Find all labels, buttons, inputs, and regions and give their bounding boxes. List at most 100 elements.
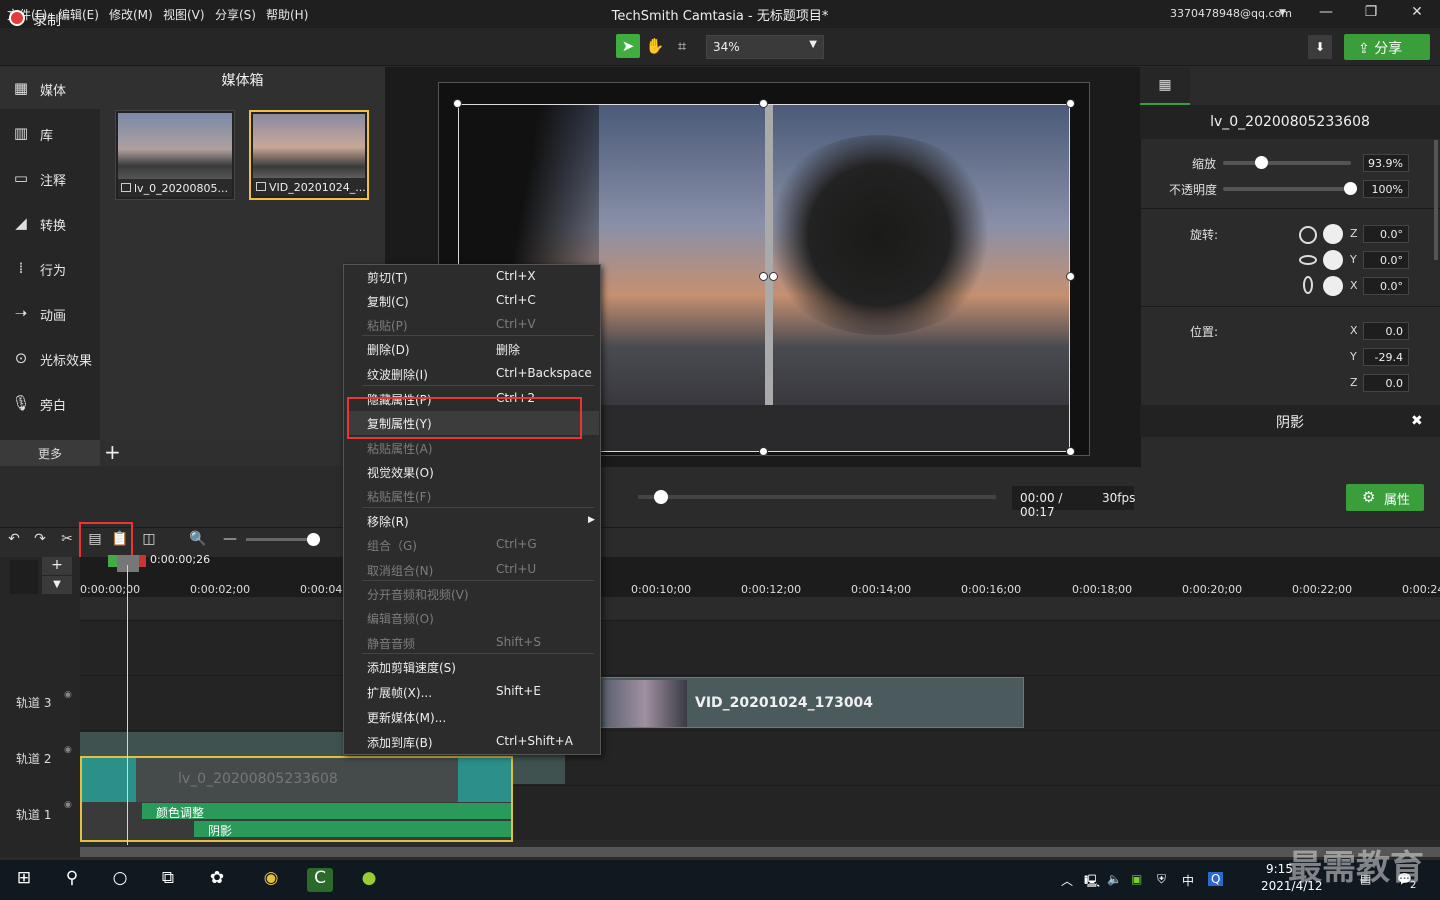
context-menu-item[interactable]: 编辑音频(O) (344, 605, 600, 629)
account-caret-icon[interactable]: ▼ (1279, 8, 1286, 18)
resize-handle[interactable] (1066, 447, 1075, 456)
context-menu-item[interactable]: 取消组合(N) Ctrl+U (344, 557, 600, 581)
cortana-icon[interactable]: ○ (107, 868, 133, 892)
playhead-handle[interactable] (117, 555, 139, 572)
qq-icon[interactable]: Q (1208, 872, 1224, 886)
properties-scrollbar[interactable] (1434, 140, 1438, 260)
seek-bar[interactable] (638, 495, 996, 499)
undo-icon[interactable]: ↶ (3, 531, 25, 551)
track-label[interactable]: 轨道 1 (16, 806, 51, 823)
ime-indicator[interactable]: 中 (1182, 872, 1194, 889)
redo-icon[interactable]: ↷ (29, 531, 51, 551)
sidebar-item-animations[interactable]: ➝ 动画 (0, 292, 100, 334)
range-end-marker[interactable] (138, 555, 146, 567)
network-icon[interactable]: 🖳 (1084, 872, 1100, 893)
context-menu-item[interactable]: 复制(C) Ctrl+C (344, 288, 600, 312)
zoom-out-icon[interactable]: — (219, 531, 241, 551)
resize-handle[interactable] (759, 99, 768, 108)
context-menu-item[interactable]: 删除(D) 删除 (344, 336, 600, 360)
task-view-icon[interactable]: ⧉ (155, 868, 181, 892)
add-icon[interactable]: + (104, 440, 121, 464)
context-menu-item[interactable]: 组合（G) Ctrl+G (344, 532, 600, 556)
track-height-slider[interactable] (10, 560, 38, 594)
properties-button[interactable]: ⚙ 属性 (1346, 484, 1424, 511)
pan-tool-icon[interactable]: ✋ (643, 34, 667, 58)
menu-help[interactable]: 帮助(H) (266, 6, 308, 23)
track-label[interactable]: 轨道 3 (16, 694, 51, 711)
clip-vid[interactable]: VID_20201024_173004 (600, 677, 1024, 728)
close-icon[interactable]: ✕ (1402, 4, 1432, 20)
search-icon[interactable]: ⚲ (59, 868, 85, 892)
record-icon[interactable] (9, 10, 25, 26)
eye-icon[interactable]: ◉ (64, 745, 72, 755)
sidebar-item-voice-narration[interactable]: 🎙 旁白 (0, 382, 100, 424)
track-label[interactable]: 轨道 2 (16, 750, 51, 767)
pinwheel-app-icon[interactable]: ✿ (204, 868, 230, 892)
scale-value[interactable]: 93.9% (1363, 154, 1409, 172)
minimize-icon[interactable]: — (1311, 4, 1341, 20)
position-y-value[interactable]: -29.4 (1363, 348, 1409, 366)
resize-handle[interactable] (1066, 272, 1075, 281)
rotate-x-dial[interactable] (1323, 276, 1343, 296)
share-button[interactable]: ⇪ 分享 (1344, 34, 1430, 60)
zoom-select[interactable]: 34% ▼ (706, 35, 824, 59)
context-menu-item[interactable]: 粘贴(P) Ctrl+V (344, 312, 600, 336)
sidebar-item-cursor-effects[interactable]: ⊙ 光标效果 (0, 337, 100, 379)
context-menu-item[interactable]: 添加到库(B) Ctrl+Shift+A (344, 729, 600, 753)
record-button[interactable]: 录制 (33, 10, 61, 30)
sidebar-item-behaviors[interactable]: ⁞ 行为 (0, 247, 100, 289)
context-menu-item[interactable]: 视觉效果(O) (344, 459, 600, 483)
security-icon[interactable]: ⛨ (1157, 872, 1166, 887)
context-menu-item[interactable]: 粘贴属性(F) (344, 483, 600, 507)
resize-handle[interactable] (1066, 99, 1075, 108)
rotate-y-dial[interactable] (1323, 250, 1343, 270)
select-tool-icon[interactable]: ➤ (616, 34, 640, 58)
context-menu-item[interactable]: 添加剪辑速度(S) (344, 654, 600, 678)
sidebar-item-media[interactable]: ▦ 媒体 (0, 67, 100, 109)
chevron-up-icon[interactable]: ︿ (1061, 872, 1073, 889)
eye-icon[interactable]: ◉ (64, 800, 72, 810)
timeline-scrollbar[interactable] (80, 847, 1440, 857)
effect-color-adjust[interactable]: 颜色调整 (142, 803, 511, 820)
crop-tool-icon[interactable]: ⌗ (670, 34, 694, 58)
rotation-x-value[interactable]: 0.0° (1363, 277, 1409, 295)
opacity-slider-knob[interactable] (1344, 182, 1357, 195)
download-button[interactable]: ⬇ (1308, 35, 1332, 59)
resize-handle[interactable] (759, 447, 768, 456)
account-menu[interactable]: 3370478948@qq.com (1170, 7, 1292, 20)
menu-modify[interactable]: 修改(M) (109, 6, 153, 23)
cut-icon[interactable]: ✂ (56, 531, 78, 551)
effect-shadow[interactable]: 阴影 (194, 821, 511, 838)
context-menu-item[interactable]: 纹波删除(I) Ctrl+Backspace (344, 361, 600, 385)
volume-icon[interactable]: 🔈 (1107, 872, 1122, 886)
position-x-value[interactable]: 0.0 (1363, 322, 1409, 340)
split-icon[interactable]: ◫ (138, 531, 160, 551)
context-menu-item[interactable]: 移除(R) (344, 508, 600, 532)
context-menu-item[interactable]: 静音音频 Shift+S (344, 630, 600, 654)
nvidia-icon[interactable]: ▣ (1131, 872, 1142, 886)
close-icon[interactable]: ✖ (1411, 413, 1423, 429)
rotate-z-dial[interactable] (1323, 224, 1343, 244)
rotation-y-value[interactable]: 0.0° (1363, 251, 1409, 269)
restore-icon[interactable]: ❐ (1356, 4, 1386, 20)
resize-handle[interactable] (453, 99, 462, 108)
center-handle[interactable] (769, 272, 778, 281)
camtasia-icon[interactable]: C (307, 868, 333, 892)
menu-view[interactable]: 视图(V) (163, 6, 205, 23)
media-item-selected[interactable]: VID_20201024_... (249, 110, 369, 200)
tab-visual-properties[interactable]: ▦ (1140, 67, 1190, 105)
seek-knob[interactable] (654, 490, 668, 504)
sidebar-item-library[interactable]: ▥ 库 (0, 112, 100, 154)
menu-share[interactable]: 分享(S) (215, 6, 256, 23)
context-menu-item[interactable]: 分开音频和视频(V) (344, 581, 600, 605)
position-z-value[interactable]: 0.0 (1363, 374, 1409, 392)
opacity-slider[interactable] (1223, 187, 1351, 191)
context-menu-item[interactable]: 更新媒体(M)... (344, 704, 600, 728)
media-item[interactable]: lv_0_20200805... (115, 110, 235, 200)
scale-slider[interactable] (1223, 161, 1351, 165)
chrome-icon[interactable]: ◉ (258, 868, 284, 892)
windows-start-icon[interactable]: ⊞ (11, 868, 37, 892)
eye-icon[interactable]: ◉ (64, 690, 72, 700)
more-button[interactable]: 更多 (0, 440, 100, 466)
context-menu-item[interactable]: 剪切(T) Ctrl+X (344, 264, 600, 288)
